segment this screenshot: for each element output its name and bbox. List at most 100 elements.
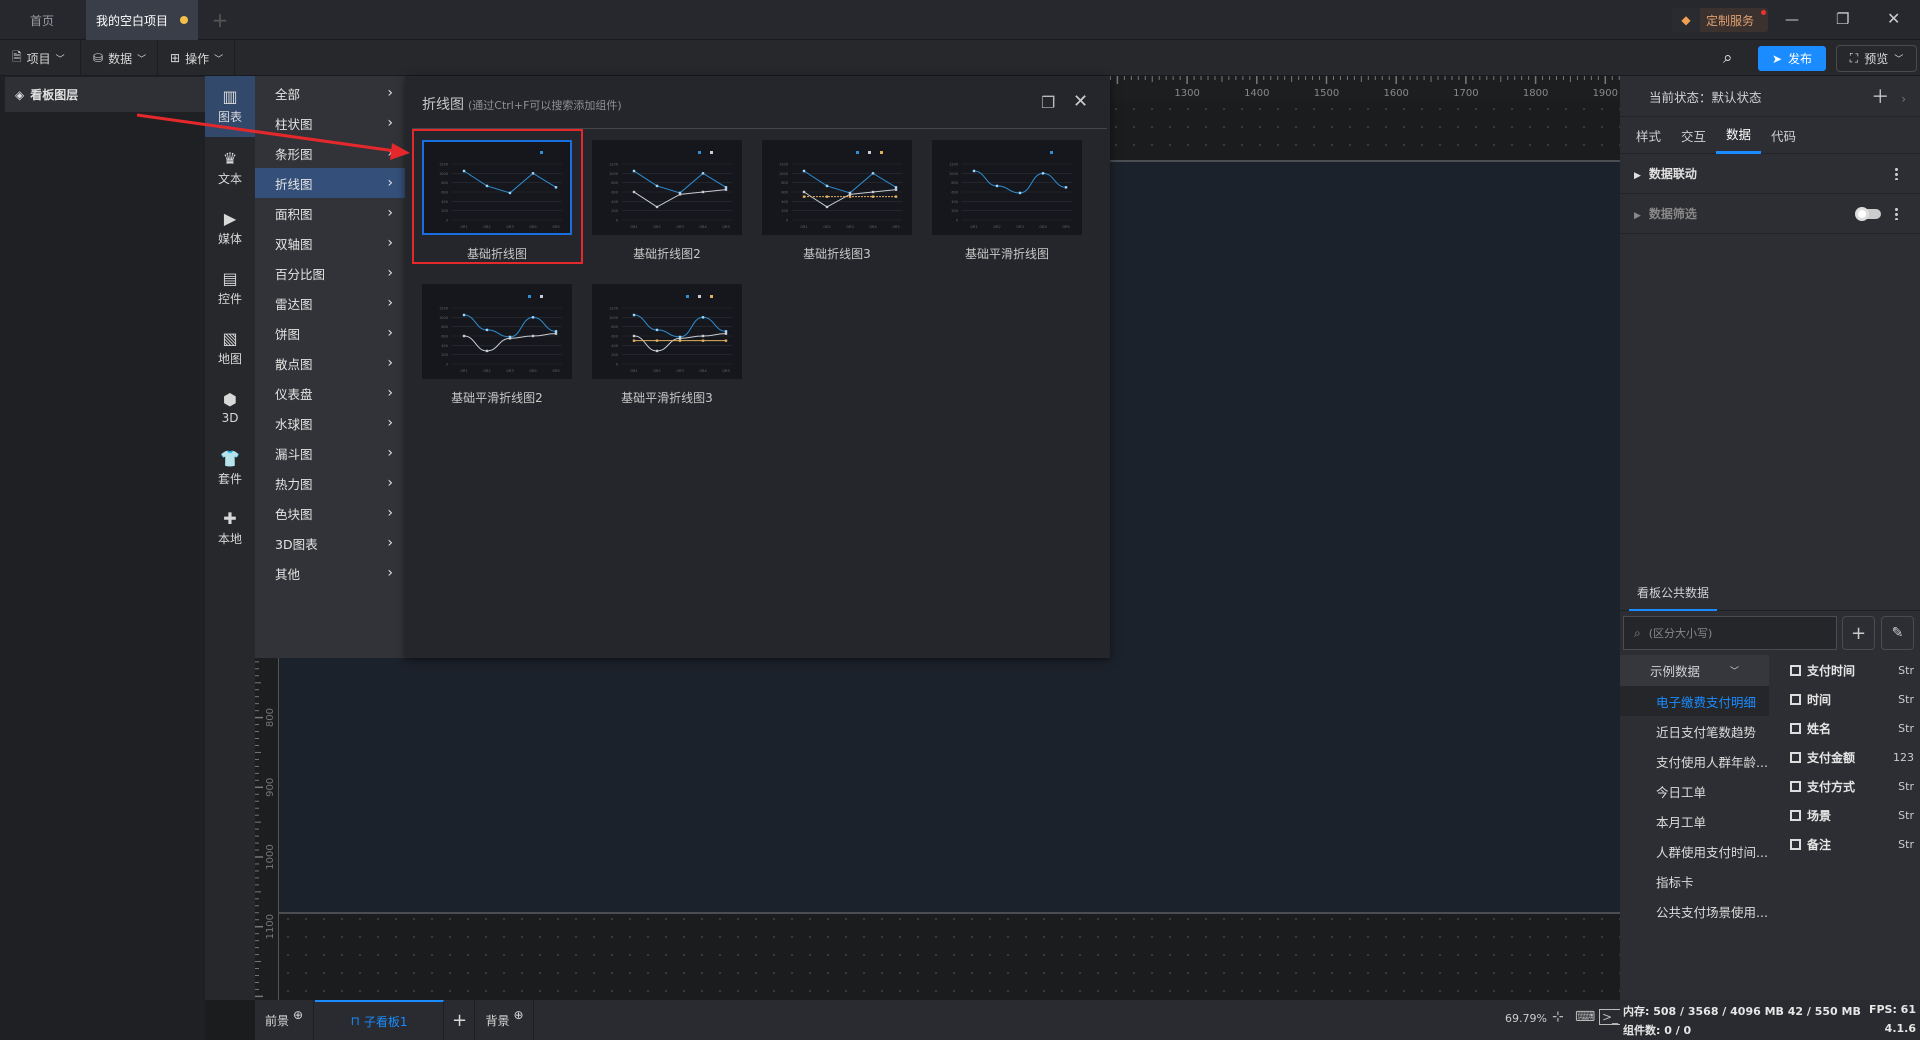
background-tab[interactable]: 背景 ⊕ — [476, 1000, 534, 1040]
add-dataset-button[interactable]: + — [1842, 616, 1875, 650]
category-item[interactable]: 雷达图 › — [255, 288, 405, 318]
sidebar-item-widget[interactable]: ▤ 控件 — [205, 258, 255, 318]
category-item[interactable]: 其他 › — [255, 558, 405, 588]
sidebar-item-map[interactable]: ▧ 地图 — [205, 318, 255, 378]
add-state-icon[interactable]: ＋ — [1871, 87, 1889, 108]
dataset-item[interactable]: 支付使用人群年龄... — [1620, 746, 1769, 776]
sub-board-tab[interactable]: ⊓ 子看板1 — [315, 1000, 444, 1040]
category-item[interactable]: 散点图 › — [255, 348, 405, 378]
axis-tick-label: GR4 — [699, 225, 707, 229]
field-type: Str — [1898, 664, 1914, 677]
foreground-tab[interactable]: 前景 ⊕ — [255, 1000, 314, 1040]
data-point — [802, 195, 806, 198]
keyboard-icon[interactable]: ⌨ — [1575, 1009, 1595, 1025]
category-item[interactable]: 仪表盘 › — [255, 378, 405, 408]
component-card[interactable]: 0 200 400 600 800 1000 1200 GR1 GR2 GR3 GR4 GR5 基础平滑… — [932, 140, 1082, 262]
sidebar-item-kit[interactable]: 👕 套件 — [205, 438, 255, 498]
data-point — [724, 339, 728, 342]
axis-tick-label: 200 — [781, 209, 788, 213]
property-tab[interactable]: 数据 — [1716, 117, 1762, 154]
component-card[interactable]: 0 200 400 600 800 1000 1200 GR1 GR2 GR3 GR4 GR5 基础折线… — [762, 140, 912, 262]
field-checkbox[interactable] — [1790, 723, 1801, 734]
axis-tick-label: GR2 — [823, 225, 830, 229]
category-item[interactable]: 双轴图 › — [255, 228, 405, 258]
field-checkbox[interactable] — [1790, 839, 1801, 850]
field-item[interactable]: 支付方式 Str — [1790, 772, 1920, 801]
series-line — [633, 314, 727, 338]
custom-service-button[interactable]: ◆ 定制服务 — [1672, 8, 1768, 32]
search-icon[interactable]: ⌕ — [1723, 48, 1733, 68]
pin-window-icon[interactable]: ❐ — [1041, 93, 1055, 112]
chevron-right-icon: › — [387, 385, 393, 401]
component-card[interactable]: 0 200 400 600 800 1000 1200 GR1 GR2 GR3 GR4 GR5 基础平滑… — [592, 284, 742, 406]
axis-tick-label: GR1 — [800, 225, 807, 229]
axis-tick-label: 0 — [616, 363, 618, 367]
fit-screen-icon[interactable]: ⊹ — [1552, 1009, 1564, 1025]
dataset-item[interactable]: 电子缴费支付明细 — [1620, 686, 1769, 716]
more-icon[interactable] — [1895, 207, 1898, 220]
category-label: 水球图 — [275, 416, 313, 432]
add-circle-icon[interactable]: ⊕ — [513, 1008, 523, 1022]
component-card[interactable]: 0 200 400 600 800 1000 1200 GR1 GR2 GR3 GR4 GR5 基础折线… — [592, 140, 742, 262]
section-data-linkage[interactable]: ▶ 数据联动 — [1620, 154, 1920, 194]
dataset-group-dropdown[interactable]: 示例数据 ﹀ — [1620, 655, 1769, 686]
console-icon[interactable]: >_ — [1599, 1009, 1622, 1025]
data-point — [972, 169, 976, 173]
data-point — [894, 188, 898, 191]
field-item[interactable]: 支付金额 123 — [1790, 743, 1920, 772]
close-window-icon[interactable]: ✕ — [1887, 9, 1900, 28]
publish-button[interactable]: ➤ 发布 — [1758, 46, 1826, 71]
ruler-label: 1300 — [1174, 88, 1199, 99]
restore-icon[interactable]: ❐ — [1836, 10, 1849, 28]
dataset-search-input[interactable]: ⌕ (区分大小写) — [1623, 616, 1837, 650]
field-checkbox[interactable] — [1790, 665, 1801, 676]
sidebar-item-cube[interactable]: ⬢ 3D — [205, 378, 255, 438]
field-item[interactable]: 时间 Str — [1790, 685, 1920, 714]
category-item[interactable]: 百分比图 › — [255, 258, 405, 288]
field-checkbox[interactable] — [1790, 781, 1801, 792]
component-card[interactable]: 0 200 400 600 800 1000 1200 GR1 GR2 GR3 GR4 GR5 基础平滑… — [422, 284, 572, 406]
caret-right-icon: ▶ — [1634, 211, 1641, 221]
sidebar-item-media[interactable]: ▶ 媒体 — [205, 198, 255, 258]
property-tab[interactable]: 交互 — [1671, 117, 1716, 154]
minimize-icon[interactable]: — — [1785, 12, 1799, 28]
category-item[interactable]: 面积图 › — [255, 198, 405, 228]
field-checkbox[interactable] — [1790, 694, 1801, 705]
field-checkbox[interactable] — [1790, 810, 1801, 821]
fullscreen-icon: ⛶ — [1849, 51, 1859, 65]
zoom-level[interactable]: 69.79% — [1505, 1012, 1547, 1025]
category-item[interactable]: 热力图 › — [255, 468, 405, 498]
public-data-tab[interactable]: 看板公共数据 — [1629, 575, 1717, 611]
category-item[interactable]: 漏斗图 › — [255, 438, 405, 468]
add-circle-icon[interactable]: ⊕ — [293, 1008, 303, 1022]
dataset-item[interactable]: 公共支付场景使用... — [1620, 896, 1769, 926]
property-tab[interactable]: 代码 — [1761, 117, 1806, 154]
dataset-item[interactable]: 指标卡 — [1620, 866, 1769, 896]
close-popup-icon[interactable]: ✕ — [1073, 91, 1088, 112]
category-item[interactable]: 饼图 › — [255, 318, 405, 348]
section-data-filter[interactable]: ▶ 数据筛选 — [1620, 194, 1920, 234]
field-item[interactable]: 场景 Str — [1790, 801, 1920, 830]
category-item[interactable]: 色块图 › — [255, 498, 405, 528]
edit-dataset-icon[interactable]: ✎ — [1881, 616, 1914, 650]
more-icon[interactable] — [1895, 167, 1898, 180]
dataset-item[interactable]: 人群使用支付时间... — [1620, 836, 1769, 866]
field-item[interactable]: 备注 Str — [1790, 830, 1920, 859]
legend-marker — [686, 295, 689, 298]
ruler-label: 1100 — [265, 914, 276, 939]
field-item[interactable]: 支付时间 Str — [1790, 656, 1920, 685]
dataset-item[interactable]: 近日支付笔数趋势 — [1620, 716, 1769, 746]
sidebar-item-puzzle[interactable]: ✚ 本地 — [205, 498, 255, 558]
dataset-item[interactable]: 本月工单 — [1620, 806, 1769, 836]
chevron-right-icon: › — [387, 535, 393, 551]
add-board-button[interactable]: + — [445, 1000, 475, 1040]
filter-toggle[interactable] — [1855, 206, 1881, 221]
preview-button[interactable]: ⛶ 预览 ﹀ — [1836, 45, 1917, 72]
chevron-right-icon[interactable]: › — [1901, 92, 1906, 106]
field-checkbox[interactable] — [1790, 752, 1801, 763]
property-tab[interactable]: 样式 — [1626, 117, 1671, 154]
field-item[interactable]: 姓名 Str — [1790, 714, 1920, 743]
dataset-item[interactable]: 今日工单 — [1620, 776, 1769, 806]
category-item[interactable]: 3D图表 › — [255, 528, 405, 558]
category-item[interactable]: 水球图 › — [255, 408, 405, 438]
